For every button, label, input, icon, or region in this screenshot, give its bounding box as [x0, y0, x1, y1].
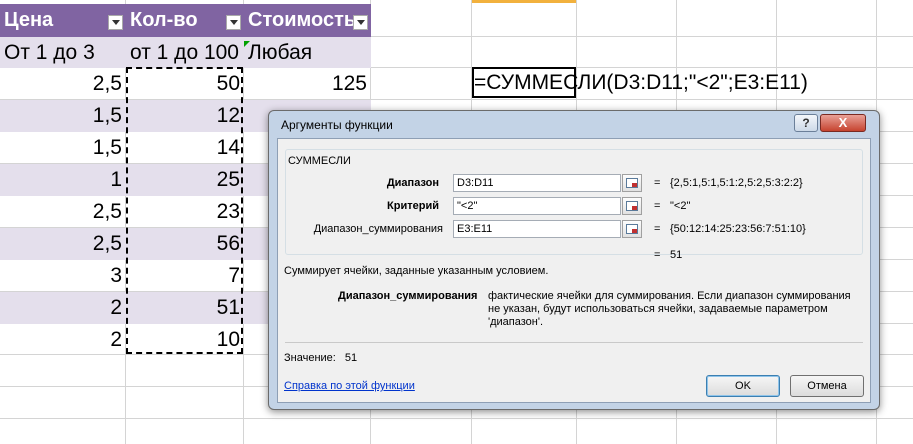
- arg-eq: =: [654, 200, 661, 212]
- arg-result: {50:12:14:25:23:56:7:51:10}: [670, 223, 806, 235]
- arg-eq: =: [654, 177, 661, 189]
- arg-label-range: Диапазон: [386, 177, 439, 189]
- arg-help-text: фактические ячейки для суммирования. Есл…: [488, 290, 851, 328]
- range-input[interactable]: D3:D11: [453, 174, 621, 192]
- criteria-cell[interactable]: Любая: [244, 37, 371, 68]
- arg-result: {2,5:1,5:1,5:1:2,5:2,5:3:2:2}: [670, 177, 803, 189]
- header-cell-price[interactable]: Цена: [0, 4, 126, 37]
- dialog-body: СУММЕСЛИ Диапазон D3:D11 = {2,5:1,5:1,5:…: [277, 138, 871, 403]
- total-eq: =: [654, 249, 661, 261]
- header-cell-cost[interactable]: Стоимость: [244, 4, 371, 37]
- gridline: [0, 418, 913, 419]
- formula-cell-text: =СУММЕСЛИ(D3:D11;"<2";E3:E11): [474, 71, 808, 94]
- table-cell-price[interactable]: 2,5: [0, 228, 126, 260]
- dialog-title: Аргументы функции: [281, 118, 393, 132]
- help-link[interactable]: Справка по этой функции: [284, 380, 415, 392]
- header-label: Кол-во: [130, 9, 198, 31]
- criteria-cell[interactable]: от 1 до 100: [126, 37, 244, 68]
- arg-help-name: Диапазон_суммирования: [338, 290, 478, 302]
- separator: [285, 342, 863, 343]
- close-icon[interactable]: X: [820, 114, 866, 132]
- table-cell-price[interactable]: 2: [0, 324, 126, 355]
- header-label: Стоимость: [248, 9, 357, 31]
- function-arguments-dialog: Аргументы функции ? X СУММЕСЛИ Диапазон …: [268, 110, 880, 410]
- table-cell-price[interactable]: 3: [0, 260, 126, 292]
- comment-indicator: [244, 41, 250, 47]
- cancel-button[interactable]: Отмена: [790, 375, 864, 397]
- table-cell-price[interactable]: 2: [0, 292, 126, 324]
- function-description: Суммирует ячейки, заданные указанным усл…: [284, 265, 549, 277]
- collapse-dialog-icon[interactable]: [622, 174, 642, 192]
- copy-range-marquee: [126, 67, 243, 354]
- table-cell-price[interactable]: 2,5: [0, 68, 126, 100]
- arg-label-criteria: Критерий: [387, 200, 439, 212]
- sum-range-input[interactable]: E3:E11: [453, 220, 621, 238]
- table-cell-price[interactable]: 1,5: [0, 100, 126, 132]
- table-cell-price[interactable]: 2,5: [0, 196, 126, 228]
- header-cell-qty[interactable]: Кол-во: [126, 4, 244, 37]
- help-icon[interactable]: ?: [794, 114, 818, 132]
- arg-label-sum-range: Диапазон_суммирования: [313, 223, 443, 235]
- header-label: Цена: [4, 9, 54, 31]
- value-label: Значение: 51: [284, 352, 357, 364]
- criteria-input[interactable]: "<2": [453, 197, 621, 215]
- total-result: 51: [670, 249, 683, 261]
- collapse-dialog-icon[interactable]: [622, 197, 642, 215]
- criteria-cell[interactable]: От 1 до 3: [0, 37, 126, 68]
- collapse-dialog-icon[interactable]: [622, 220, 642, 238]
- table-cell-price[interactable]: 1,5: [0, 132, 126, 164]
- function-name: СУММЕСЛИ: [288, 155, 351, 167]
- ok-button[interactable]: OK: [706, 375, 780, 397]
- filter-dropdown-icon[interactable]: [226, 15, 241, 30]
- filter-dropdown-icon[interactable]: [353, 15, 368, 30]
- value-label-text: Значение:: [284, 352, 336, 364]
- table-cell-cost[interactable]: 125: [244, 68, 371, 100]
- table-cell-price[interactable]: 1: [0, 164, 126, 196]
- value-text: 51: [344, 352, 358, 364]
- arg-result: "<2": [670, 200, 691, 212]
- filter-dropdown-icon[interactable]: [108, 15, 123, 30]
- arg-eq: =: [654, 223, 661, 235]
- selected-column-indicator: [472, 0, 576, 3]
